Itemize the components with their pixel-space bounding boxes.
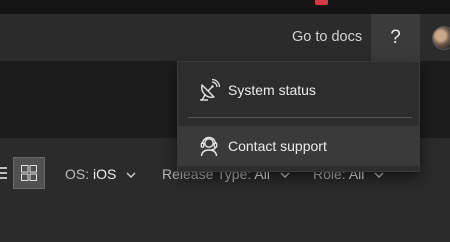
list-line bbox=[0, 177, 7, 179]
go-to-docs-link[interactable]: Go to docs bbox=[292, 28, 362, 46]
chevron-down-icon bbox=[126, 172, 136, 179]
grid-view-button[interactable] bbox=[13, 157, 45, 189]
notification-indicator bbox=[315, 0, 328, 5]
help-button[interactable]: ? bbox=[371, 14, 420, 61]
os-filter-name: OS: bbox=[65, 166, 94, 182]
os-filter[interactable]: OS: iOS bbox=[65, 165, 136, 183]
question-mark-icon: ? bbox=[390, 26, 401, 48]
headset-icon bbox=[200, 136, 218, 157]
chevron-down-icon bbox=[374, 172, 384, 179]
window-top-strip bbox=[0, 0, 450, 14]
menu-item-label: Contact support bbox=[228, 138, 327, 154]
list-view-button[interactable] bbox=[0, 157, 12, 189]
help-menu: System status Contact support bbox=[177, 61, 420, 172]
menu-item-label: System status bbox=[228, 82, 316, 98]
avatar[interactable] bbox=[432, 26, 450, 50]
list-line bbox=[0, 172, 7, 174]
menu-item-contact-support[interactable]: Contact support bbox=[178, 126, 419, 166]
grid-icon bbox=[21, 165, 37, 181]
menu-divider bbox=[188, 117, 412, 118]
os-filter-value: iOS bbox=[93, 166, 117, 182]
satellite-dish-icon bbox=[200, 79, 220, 101]
menu-item-system-status[interactable]: System status bbox=[178, 70, 419, 110]
app-header: Go to docs ? bbox=[0, 14, 450, 61]
chevron-down-icon bbox=[280, 172, 290, 179]
list-line bbox=[0, 167, 7, 169]
